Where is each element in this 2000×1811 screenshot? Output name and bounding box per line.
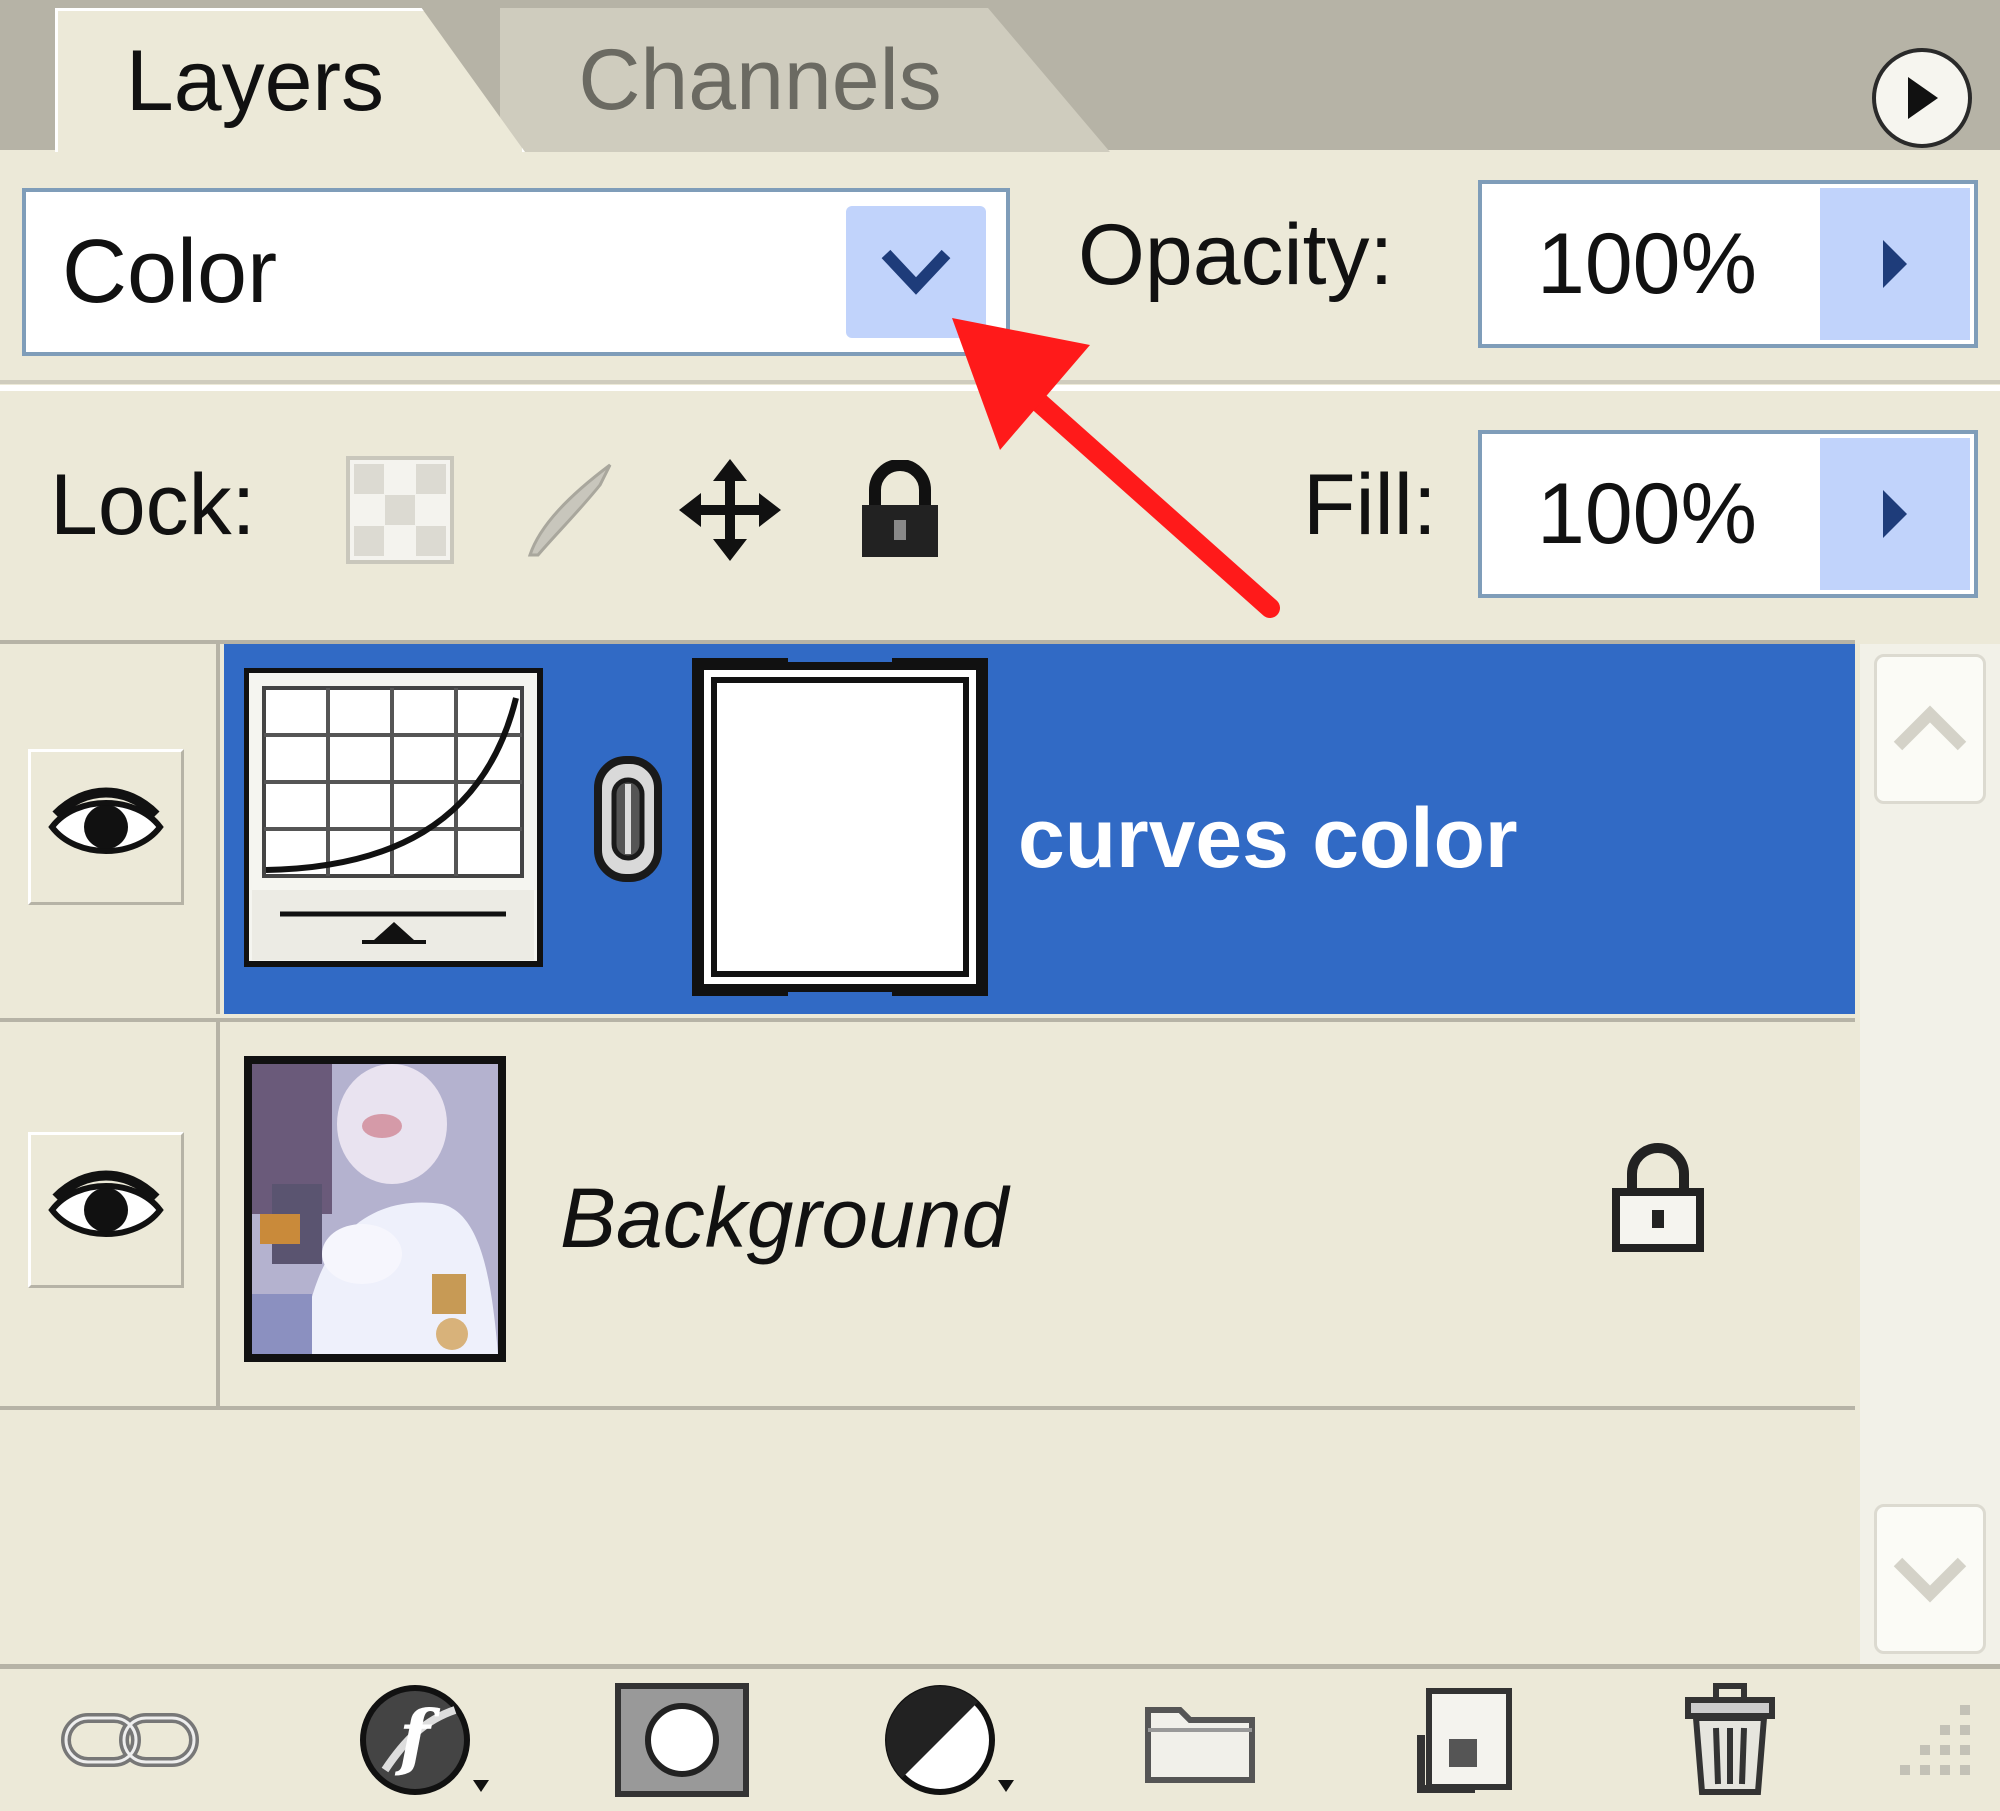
curves-adjustment-icon	[244, 668, 543, 967]
layer-mask-icon[interactable]	[612, 1680, 752, 1800]
fill-slider-button[interactable]	[1820, 438, 1970, 590]
scroll-down-button[interactable]	[1874, 1504, 1986, 1654]
layer-locked-icon	[1612, 1143, 1704, 1252]
new-layer-icon[interactable]	[1395, 1680, 1535, 1800]
visibility-cell	[0, 1022, 220, 1406]
fill-field[interactable]: 100%	[1478, 430, 1978, 598]
layer-name[interactable]: Background	[560, 1170, 1008, 1267]
lock-label: Lock:	[50, 457, 256, 553]
background-thumbnail[interactable]	[242, 1054, 508, 1364]
fill-value: 100%	[1537, 466, 1757, 562]
layer-mask-thumbnail[interactable]	[688, 654, 992, 1000]
eye-icon[interactable]	[28, 1132, 184, 1288]
delete-layer-icon[interactable]	[1660, 1680, 1800, 1800]
lock-transparency-icon[interactable]	[345, 455, 455, 565]
blend-mode-value: Color	[62, 222, 278, 322]
chevron-down-icon	[1893, 1557, 1967, 1603]
opacity-slider-button[interactable]	[1820, 188, 1970, 340]
lock-position-icon[interactable]	[675, 455, 785, 565]
divider	[0, 385, 2000, 391]
play-triangle-icon	[1908, 77, 1938, 119]
chevron-right-icon	[1883, 490, 1907, 538]
scrollbar[interactable]	[1860, 644, 2000, 1664]
opacity-value: 100%	[1537, 216, 1757, 312]
chevron-up-icon	[1893, 705, 1967, 751]
adjustment-layer-icon[interactable]	[880, 1680, 1020, 1800]
divider	[0, 380, 2000, 384]
resize-grip-icon[interactable]	[1880, 1680, 1990, 1800]
visibility-cell	[0, 644, 220, 1014]
eye-icon[interactable]	[28, 749, 184, 905]
layer-row-curves-color[interactable]	[0, 644, 1855, 1014]
blend-mode-dropdown[interactable]: Color	[22, 188, 1010, 356]
link-layers-icon[interactable]	[60, 1680, 200, 1800]
chevron-right-icon	[1883, 240, 1907, 288]
lock-image-icon[interactable]	[510, 455, 620, 565]
layer-name[interactable]: curves color	[1018, 790, 1518, 887]
fill-label: Fill:	[1303, 457, 1437, 553]
layer-style-icon[interactable]: f	[355, 1680, 495, 1800]
lock-all-icon[interactable]	[845, 455, 955, 565]
new-group-icon[interactable]	[1130, 1680, 1270, 1800]
chevron-down-icon[interactable]	[846, 206, 986, 338]
opacity-label: Opacity:	[1078, 207, 1394, 303]
scroll-up-button[interactable]	[1874, 654, 1986, 804]
opacity-field[interactable]: 100%	[1478, 180, 1978, 348]
panel-menu-button[interactable]	[1872, 48, 1972, 148]
chain-link-icon[interactable]	[590, 754, 666, 884]
